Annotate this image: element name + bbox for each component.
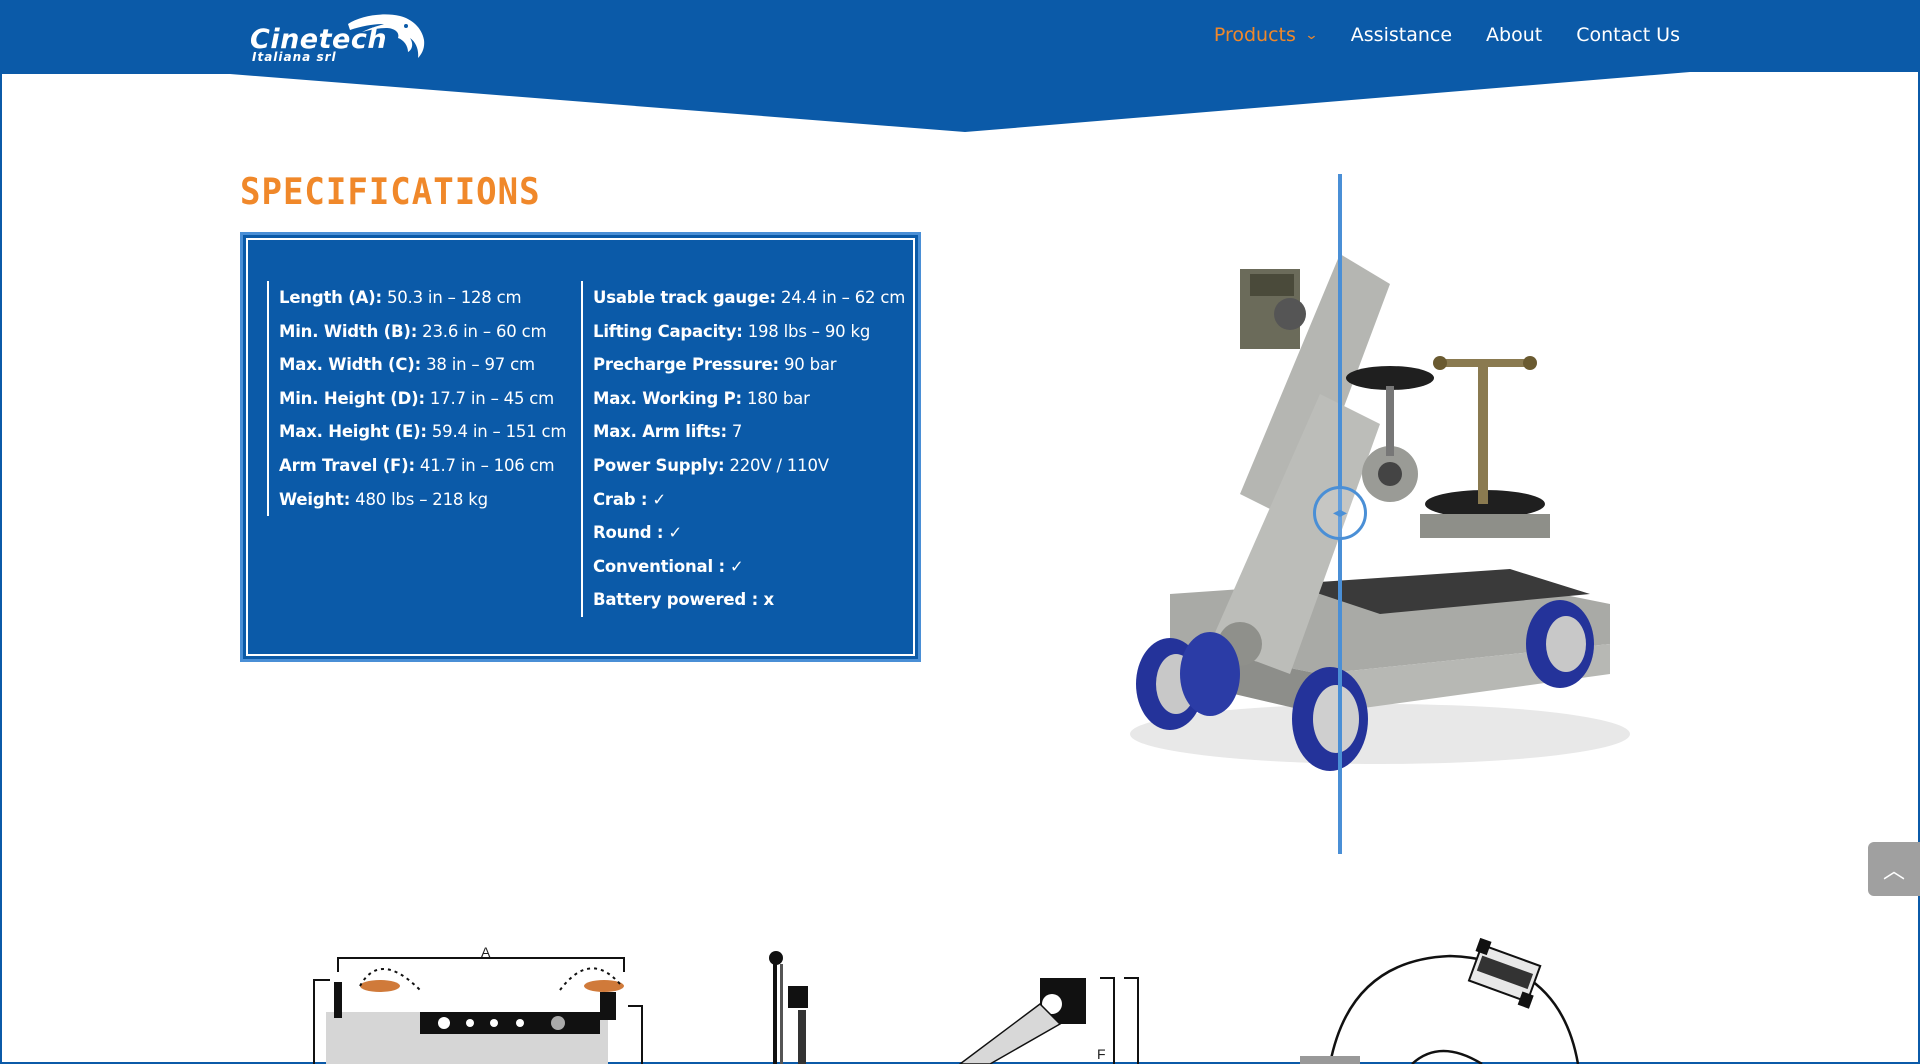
spec-value: 180 bar [741, 388, 810, 408]
spec-row: Max. Arm lifts: 7 [593, 415, 905, 449]
spec-key: Conventional : [593, 556, 725, 576]
spec-key: Power Supply: [593, 455, 725, 475]
nav-item-label: Products [1213, 24, 1296, 46]
spec-value: ✓ [724, 556, 744, 576]
spec-key: Max. Width (C): [279, 355, 422, 375]
eagle-logo-icon [348, 14, 425, 59]
spec-row: Length (A): 50.3 in – 128 cm [279, 281, 566, 315]
spec-value: 50.3 in – 128 cm [381, 288, 522, 307]
chevron-down-icon: ⌄ [1304, 27, 1319, 43]
spec-row: Conventional : ✓ [593, 550, 905, 584]
spec-key: Weight: [279, 489, 351, 509]
spec-key: Precharge Pressure: [593, 355, 779, 375]
nav-item-contact-us[interactable]: Contact Us [1576, 24, 1680, 46]
spec-row: Battery powered : x [593, 583, 905, 617]
spec-value: 7 [726, 422, 743, 442]
spec-row: Power Supply: 220V / 110V [593, 449, 905, 483]
nav-item-label: Contact Us [1576, 24, 1680, 46]
spec-key: Round : [593, 523, 664, 543]
spec-key: Battery powered : x [593, 590, 774, 610]
nav-item-assistance[interactable]: Assistance [1351, 24, 1452, 46]
spec-row: Min. Height (D): 17.7 in – 45 cm [279, 382, 566, 416]
spec-value: 59.4 in – 151 cm [426, 422, 567, 442]
chevron-up-icon: ︿ [1882, 859, 1905, 884]
scroll-to-top-button[interactable]: ︿ [1868, 842, 1920, 896]
spec-value: 90 bar [778, 355, 837, 375]
spec-row: Lifting Capacity: 198 lbs – 90 kg [593, 315, 905, 349]
spec-value: 24.4 in – 62 cm [775, 288, 906, 307]
spec-key: Max. Height (E): [279, 422, 427, 442]
spec-row: Max. Height (E): 59.4 in – 151 cm [279, 415, 567, 449]
spec-row: Min. Width (B): 23.6 in – 60 cm [279, 315, 566, 349]
spec-key: Arm Travel (F): [279, 455, 415, 475]
spec-key: Max. Working P: [593, 388, 742, 408]
nav-item-label: About [1486, 24, 1543, 46]
spec-value: 38 in – 97 cm [421, 355, 535, 375]
spec-value: 23.6 in – 60 cm [417, 321, 547, 341]
spec-row: Usable track gauge: 24.4 in – 62 cm [593, 281, 905, 315]
nav-item-about[interactable]: About [1486, 24, 1542, 46]
round-steering-diagram [1300, 937, 1580, 1064]
specs-left-column: Length (A): 50.3 in – 128 cm Min. Width … [267, 281, 567, 517]
brand-subtitle: Italiana srl [252, 50, 337, 64]
spec-row: Round : ✓ [593, 516, 905, 550]
spec-key: Length (A): [279, 288, 382, 307]
dolly-top-view-diagram [313, 957, 643, 1064]
spec-value: ✓ [663, 523, 682, 543]
specs-right-column: Usable track gauge: 24.4 in – 62 cm Lift… [581, 281, 905, 617]
drag-arrows-icon: ◂▸ [1332, 505, 1348, 521]
product-dolly-image [1130, 254, 1630, 771]
dimension-diagrams [313, 937, 1580, 1064]
main-nav: Products ⌄ Assistance About Contact Us [1180, 24, 1680, 46]
spec-key: Min. Width (B): [279, 321, 418, 341]
spec-value: 220V / 110V [724, 455, 829, 475]
spec-value: 17.7 in – 45 cm [424, 388, 555, 408]
spec-row: Max. Width (C): 38 in – 97 cm [279, 348, 566, 382]
site-logo[interactable]: Cinetech Italiana srl [246, 10, 430, 66]
spec-value: 480 lbs – 218 kg [350, 489, 488, 509]
spec-key: Lifting Capacity: [593, 321, 743, 341]
nav-item-products[interactable]: Products ⌄ [1213, 24, 1319, 46]
nav-item-label: Assistance [1350, 24, 1453, 46]
spec-value: 198 lbs – 90 kg [742, 321, 871, 341]
arm-travel-diagram [958, 977, 1139, 1064]
spec-row: Crab : ✓ [593, 483, 905, 517]
technical-diagrams: A F [0, 920, 1920, 1064]
spec-key: Usable track gauge: [593, 288, 776, 307]
spec-key: Crab : [593, 489, 648, 509]
spec-key: Min. Height (D): [279, 388, 425, 408]
spec-row: Precharge Pressure: 90 bar [593, 348, 905, 382]
spec-key: Max. Arm lifts: [593, 422, 727, 442]
specifications-panel: Length (A): 50.3 in – 128 cm Min. Width … [240, 232, 921, 662]
spec-row: Max. Working P: 180 bar [593, 382, 905, 416]
spec-value: 41.7 in – 106 cm [414, 455, 555, 475]
dimension-label-a: A [481, 944, 491, 960]
dolly-side-column-diagram [769, 951, 808, 1064]
image-compare-handle[interactable]: ◂▸ [1313, 486, 1367, 540]
spec-row: Weight: 480 lbs – 218 kg [279, 483, 566, 517]
site-header: Cinetech Italiana srl Products ⌄ Assista… [0, 0, 1920, 140]
specifications-heading: SPECIFICATIONS [240, 170, 541, 214]
spec-row: Arm Travel (F): 41.7 in – 106 cm [279, 449, 566, 483]
spec-value: ✓ [647, 489, 667, 509]
dimension-label-f: F [1097, 1046, 1106, 1062]
